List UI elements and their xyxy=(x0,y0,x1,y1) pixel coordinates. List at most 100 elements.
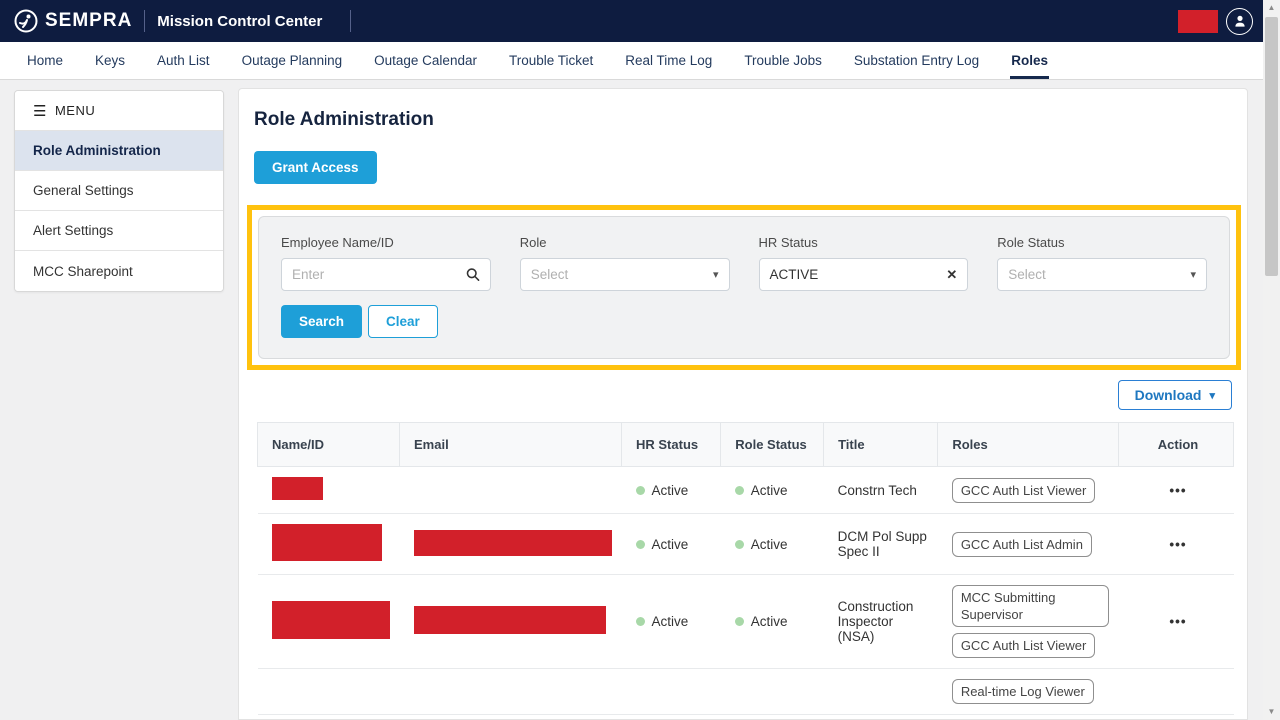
column-header-action: Action xyxy=(1119,423,1234,467)
role-status-value: Active xyxy=(751,483,788,498)
table-row: Active Active DCM Pol Supp Spec II GCC A… xyxy=(258,514,1234,575)
hr-status-select[interactable]: ACTIVE ✕ xyxy=(759,258,969,291)
employee-name-label: Employee Name/ID xyxy=(281,235,491,250)
table-row: Active Active Constrn Tech GCC Auth List… xyxy=(258,467,1234,514)
vertical-scrollbar[interactable]: ▲ ▼ xyxy=(1263,0,1280,720)
sidebar-item-role-administration[interactable]: Role Administration xyxy=(15,131,223,171)
column-header-email: Email xyxy=(400,423,622,467)
tab-real-time-log[interactable]: Real Time Log xyxy=(624,42,713,79)
column-header-role-status: Role Status xyxy=(721,423,824,467)
header-divider xyxy=(350,10,351,32)
role-chip: GCC Auth List Viewer xyxy=(952,633,1095,658)
role-chip: GCC Auth List Viewer xyxy=(952,478,1095,503)
column-header-hr-status: HR Status xyxy=(622,423,721,467)
download-button[interactable]: Download ▾ xyxy=(1118,380,1232,410)
page-title: Role Administration xyxy=(254,109,1232,131)
sidebar: ☰ MENU Role Administration General Setti… xyxy=(14,90,224,292)
redacted-name xyxy=(272,477,323,500)
role-administration-panel: Role Administration Grant Access Employe… xyxy=(238,88,1248,720)
role-select[interactable]: Select ▾ xyxy=(520,258,730,291)
hr-status-field-group: HR Status ACTIVE ✕ xyxy=(759,235,969,291)
filter-highlight-outline: Employee Name/ID Role Select xyxy=(247,205,1241,370)
sempra-logo-icon xyxy=(14,9,38,33)
hamburger-icon: ☰ xyxy=(33,102,47,120)
brand: SEMPRA xyxy=(14,9,132,33)
role-status-value: Active xyxy=(751,537,788,552)
status-dot-green xyxy=(735,540,744,549)
redacted-username xyxy=(1178,10,1218,33)
title-cell: Construction Inspector (NSA) xyxy=(824,575,938,669)
role-status-select-placeholder: Select xyxy=(1008,267,1190,282)
clear-button[interactable]: Clear xyxy=(368,305,438,338)
user-avatar-button[interactable] xyxy=(1226,8,1253,35)
role-select-placeholder: Select xyxy=(531,267,713,282)
scroll-up-icon[interactable]: ▲ xyxy=(1263,0,1280,16)
hr-status-value: Active xyxy=(652,537,689,552)
tab-trouble-jobs[interactable]: Trouble Jobs xyxy=(743,42,823,79)
role-status-value: Active xyxy=(751,614,788,629)
scroll-down-icon[interactable]: ▼ xyxy=(1263,704,1280,720)
page-content: ☰ MENU Role Administration General Setti… xyxy=(0,80,1263,720)
redacted-name xyxy=(272,524,382,561)
redacted-email xyxy=(414,606,606,634)
title-cell: DCM Pol Supp Spec II xyxy=(824,514,938,575)
column-header-name-id: Name/ID xyxy=(258,423,400,467)
search-icon[interactable] xyxy=(466,267,480,282)
tab-outage-calendar[interactable]: Outage Calendar xyxy=(373,42,478,79)
hr-status-value: Active xyxy=(652,614,689,629)
chevron-down-icon: ▾ xyxy=(713,268,719,281)
role-status-label: Role Status xyxy=(997,235,1207,250)
table-header-row: Name/ID Email HR Status Role Status Titl… xyxy=(258,423,1234,467)
chevron-down-icon: ▾ xyxy=(1209,389,1215,402)
search-button[interactable]: Search xyxy=(281,305,362,338)
role-status-field-group: Role Status Select ▾ xyxy=(997,235,1207,291)
email-cell xyxy=(400,467,622,514)
tab-substation-entry-log[interactable]: Substation Entry Log xyxy=(853,42,980,79)
scrollbar-thumb[interactable] xyxy=(1265,17,1278,276)
chevron-down-icon: ▾ xyxy=(1190,268,1196,281)
role-chip: Real-time Log Viewer xyxy=(952,679,1094,704)
tab-trouble-ticket[interactable]: Trouble Ticket xyxy=(508,42,594,79)
email-cell xyxy=(400,669,622,715)
sidebar-item-general-settings[interactable]: General Settings xyxy=(15,171,223,211)
main-nav: Home Keys Auth List Outage Planning Outa… xyxy=(0,42,1263,80)
tab-keys[interactable]: Keys xyxy=(94,42,126,79)
tab-outage-planning[interactable]: Outage Planning xyxy=(241,42,344,79)
tab-roles[interactable]: Roles xyxy=(1010,42,1049,79)
row-actions-button[interactable]: ••• xyxy=(1119,514,1234,575)
role-chip: GCC Auth List Admin xyxy=(952,532,1092,557)
employee-name-input-box xyxy=(281,258,491,291)
redacted-name xyxy=(272,601,390,639)
row-actions-button[interactable]: ••• xyxy=(1119,467,1234,514)
download-label: Download xyxy=(1135,387,1202,403)
column-header-title: Title xyxy=(824,423,938,467)
role-label: Role xyxy=(520,235,730,250)
redacted-email xyxy=(414,530,612,556)
table-row: Active Active Construction Inspector (NS… xyxy=(258,575,1234,669)
status-dot-green xyxy=(636,617,645,626)
role-status-select[interactable]: Select ▾ xyxy=(997,258,1207,291)
redacted-name xyxy=(258,669,400,715)
search-filter-panel: Employee Name/ID Role Select xyxy=(258,216,1230,359)
clear-selection-icon[interactable]: ✕ xyxy=(946,267,957,283)
app-title: Mission Control Center xyxy=(157,13,322,30)
grant-access-button[interactable]: Grant Access xyxy=(254,151,377,184)
sidebar-menu-label: MENU xyxy=(55,103,95,118)
roles-table: Name/ID Email HR Status Role Status Titl… xyxy=(257,422,1234,715)
sidebar-menu-toggle[interactable]: ☰ MENU xyxy=(15,91,223,131)
table-row: Real-time Log Viewer xyxy=(258,669,1234,715)
person-icon xyxy=(1233,14,1247,28)
tab-home[interactable]: Home xyxy=(26,42,64,79)
sidebar-item-mcc-sharepoint[interactable]: MCC Sharepoint xyxy=(15,251,223,291)
role-chip: MCC Submitting Supervisor xyxy=(952,585,1109,627)
column-header-roles: Roles xyxy=(938,423,1119,467)
sidebar-item-alert-settings[interactable]: Alert Settings xyxy=(15,211,223,251)
role-field-group: Role Select ▾ xyxy=(520,235,730,291)
title-cell: Constrn Tech xyxy=(824,467,938,514)
hr-status-label: HR Status xyxy=(759,235,969,250)
employee-name-input[interactable] xyxy=(292,267,466,282)
brand-name: SEMPRA xyxy=(45,10,132,32)
hr-status-value: Active xyxy=(652,483,689,498)
row-actions-button[interactable]: ••• xyxy=(1119,575,1234,669)
tab-auth-list[interactable]: Auth List xyxy=(156,42,211,79)
